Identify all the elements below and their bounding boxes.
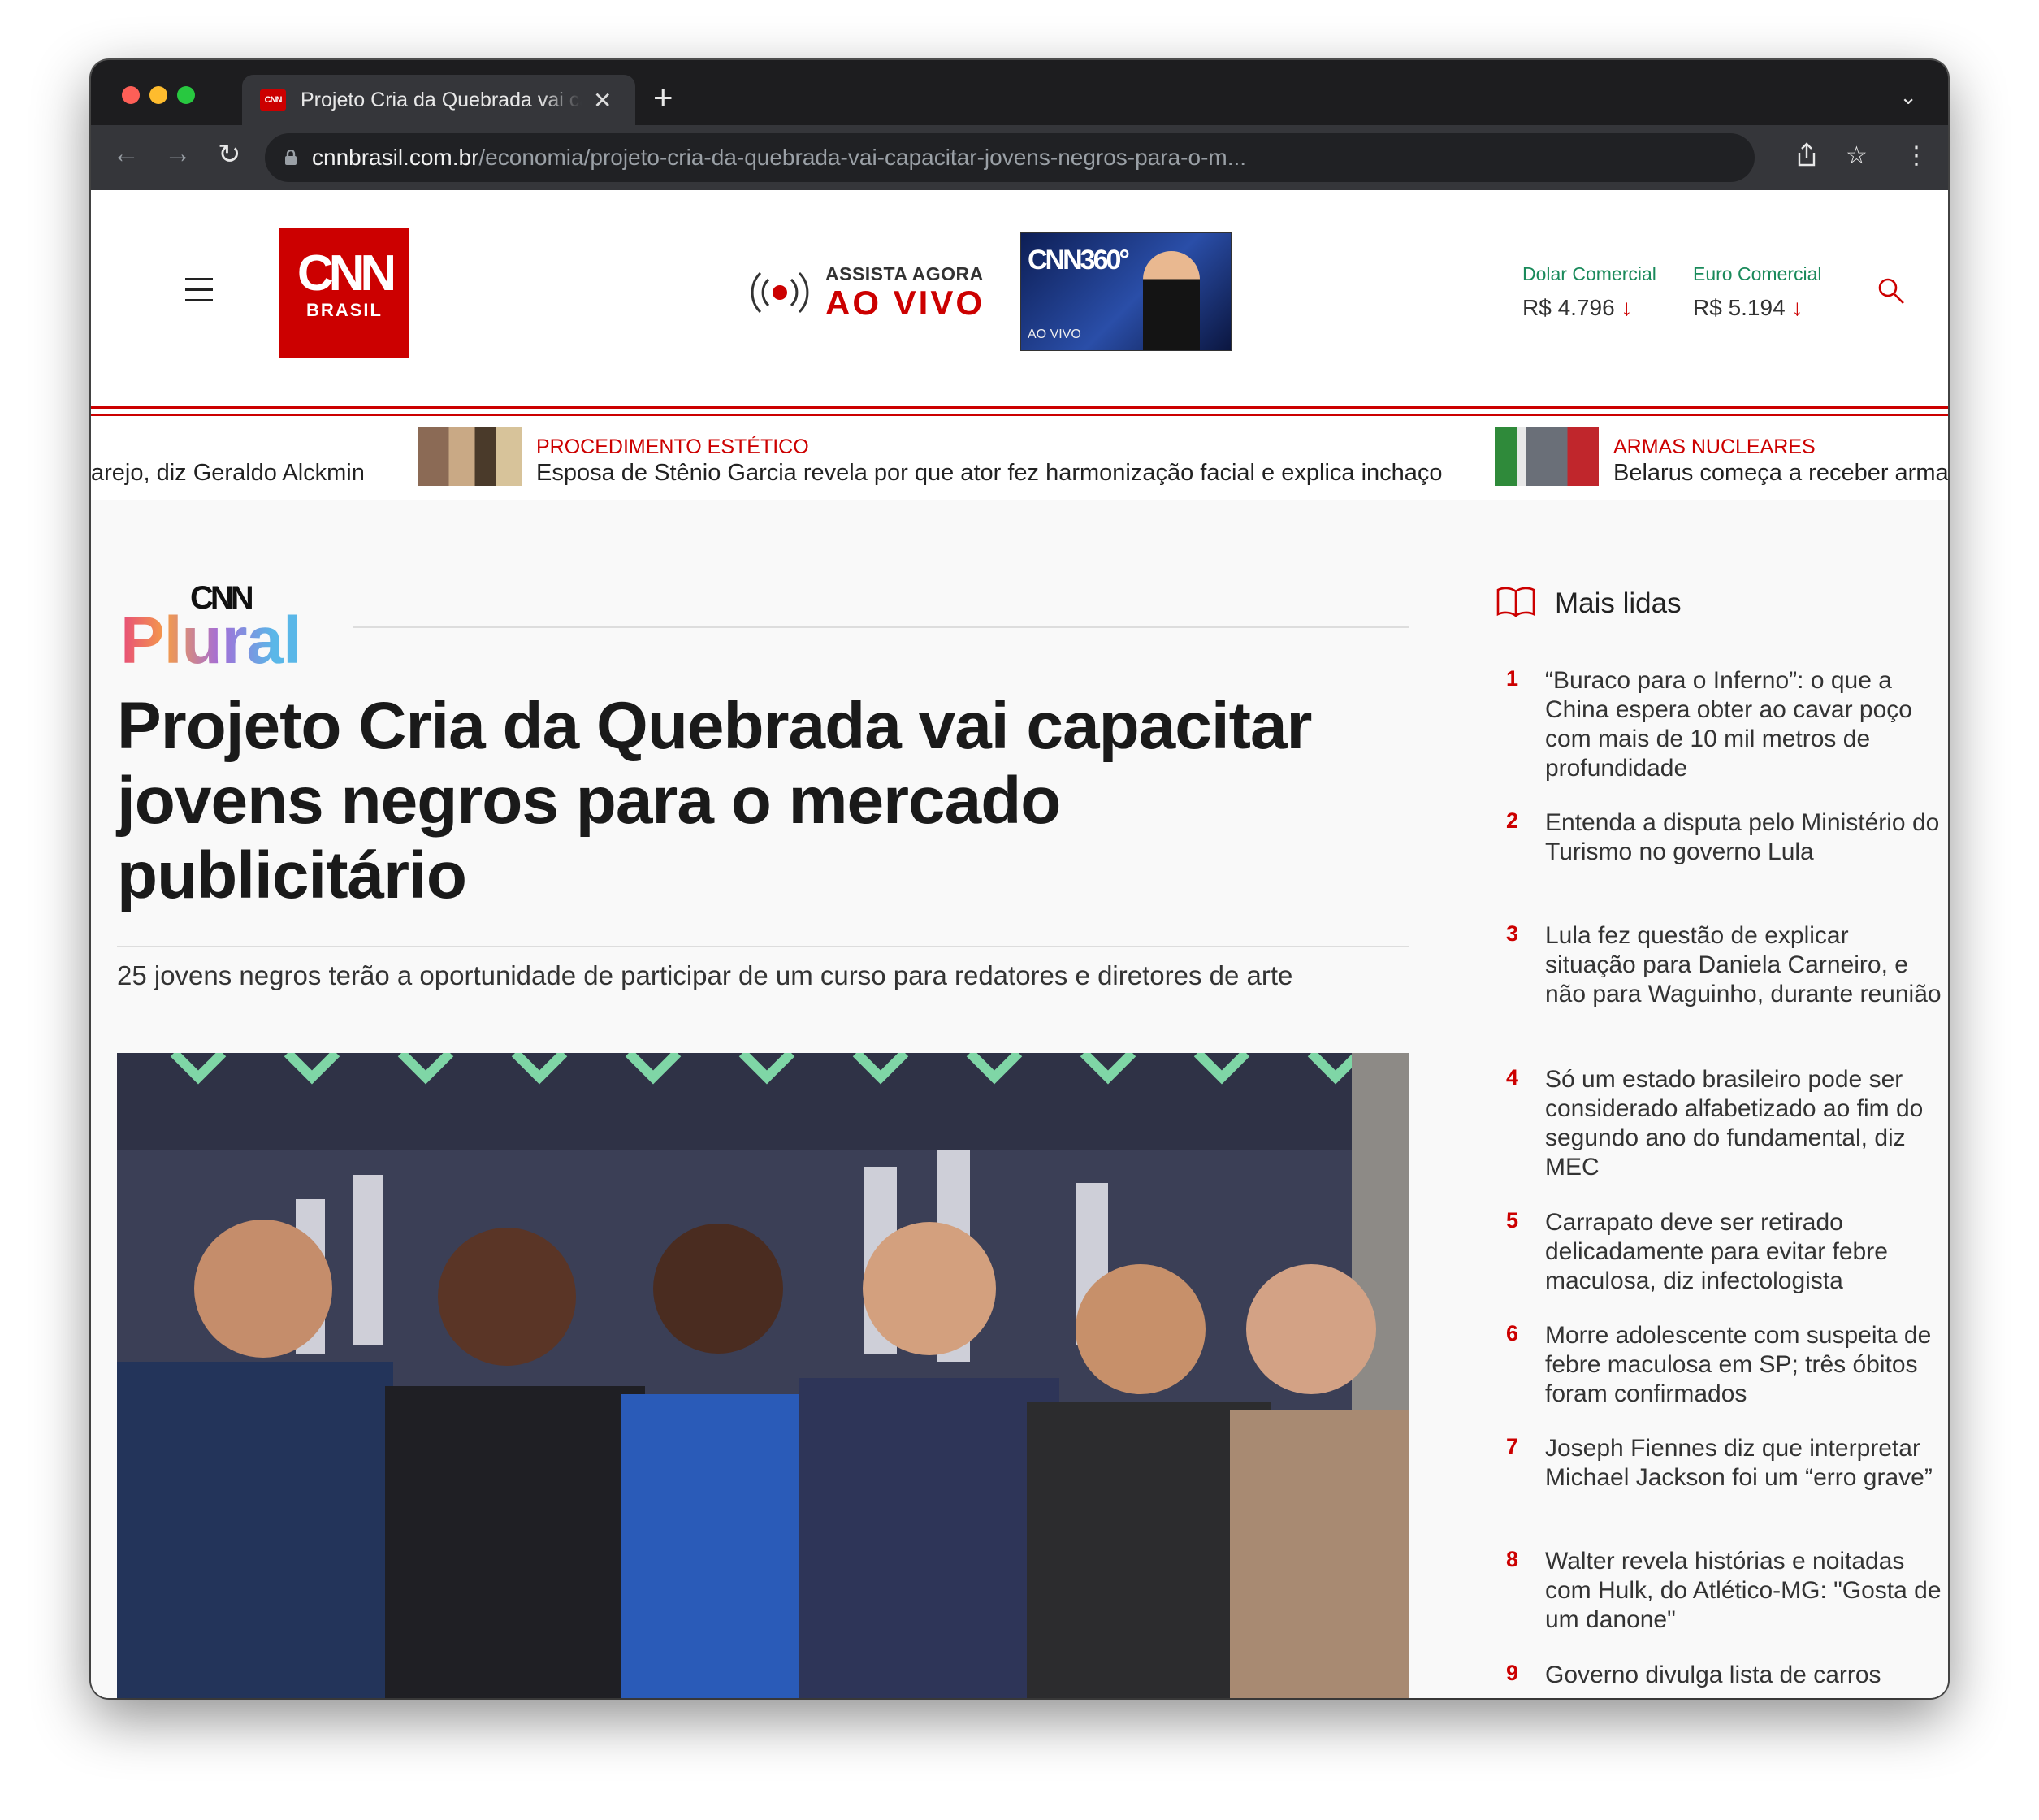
live-broadcast-icon xyxy=(751,270,809,315)
cnn360-brand: CNN360° xyxy=(1028,245,1130,275)
most-read-headline: Governo divulga lista de carros xyxy=(1545,1662,1881,1688)
reload-icon[interactable]: ↻ xyxy=(218,138,241,171)
ticker-thumbnail xyxy=(418,427,522,486)
address-bar[interactable]: cnnbrasil.com.br/economia/projeto-cria-d… xyxy=(265,133,1755,182)
header-divider xyxy=(91,406,1948,416)
most-read-rank: 1 xyxy=(1506,666,1519,691)
site-header: CNN BRASIL ASSISTA AGORA AO VIVO CNN360°… xyxy=(91,190,1948,406)
back-arrow-icon[interactable]: ← xyxy=(112,138,140,170)
ticker-headline: Esposa de Stênio Garcia revela por que a… xyxy=(536,460,1443,486)
most-read-rank: 2 xyxy=(1506,808,1519,833)
currency-label: Euro Comercial xyxy=(1693,263,1822,284)
watch-live-link[interactable]: ASSISTA AGORA AO VIVO xyxy=(751,263,985,321)
bookmark-star-icon[interactable]: ☆ xyxy=(1846,141,1868,170)
minimize-window-button[interactable] xyxy=(149,86,167,104)
anchor-figure xyxy=(1143,251,1200,350)
ticker-thumbnail xyxy=(1495,427,1599,486)
open-book-icon xyxy=(1496,585,1535,622)
most-read-rank: 3 xyxy=(1506,921,1519,946)
thumbnail-live-tag: AO VIVO xyxy=(1028,327,1081,341)
ticker-category: PROCEDIMENTO ESTÉTICO xyxy=(536,436,809,458)
news-ticker: arejo, diz Geraldo Alckmin PROCEDIMENTO … xyxy=(91,416,1948,500)
close-window-button[interactable] xyxy=(122,86,140,104)
most-read-headline: Walter revela histórias e noitadas com H… xyxy=(1545,1548,1942,1633)
ticker-category: ARMAS NUCLEARES xyxy=(1613,436,1816,458)
most-read-headline: Carrapato deve ser retirado delicadament… xyxy=(1545,1209,1888,1294)
most-read-headline: Entenda a disputa pelo Ministério do Tur… xyxy=(1545,809,1940,865)
most-read-rank: 8 xyxy=(1506,1547,1519,1571)
article-title: Projeto Cria da Quebrada vai capacitar j… xyxy=(117,689,1312,912)
article-subtitle: 25 jovens negros terão a oportunidade de… xyxy=(117,960,1293,990)
most-read-headline: Só um estado brasileiro pode ser conside… xyxy=(1545,1066,1924,1181)
down-arrow-icon: ↓ xyxy=(1791,295,1803,320)
tab-strip: CNN Projeto Cria da Quebrada vai capacit… xyxy=(91,60,1948,125)
most-read-headline: Lula fez questão de explicar situação pa… xyxy=(1545,922,1942,1008)
logo-text-top: CNN xyxy=(297,245,396,301)
share-icon[interactable] xyxy=(1795,141,1818,174)
tab-title: Projeto Cria da Quebrada vai capacitar j… xyxy=(301,88,582,111)
browser-window: CNN Projeto Cria da Quebrada vai capacit… xyxy=(91,60,1948,1698)
section-divider xyxy=(353,626,1409,628)
most-read-rank: 4 xyxy=(1506,1065,1519,1090)
ticker-headline: Belarus começa a receber armas xyxy=(1613,460,1948,486)
url-text: cnnbrasil.com.br/economia/projeto-cria-d… xyxy=(312,145,1247,170)
currency-dollar: Dolar Comercial R$ 4.796 ↓ xyxy=(1522,263,1656,321)
most-read-rank: 9 xyxy=(1506,1661,1519,1685)
most-read-headline: Morre adolescente com suspeita de febre … xyxy=(1545,1322,1932,1407)
most-read-headline: Joseph Fiennes diz que interpretar Micha… xyxy=(1545,1435,1933,1491)
title-divider xyxy=(117,946,1409,947)
most-read-header: Mais lidas xyxy=(1496,585,1682,622)
ticker-item[interactable]: arejo, diz Geraldo Alckmin xyxy=(91,416,448,500)
forward-arrow-icon[interactable]: → xyxy=(164,138,192,170)
live-label: AO VIVO xyxy=(825,284,985,322)
currency-value: R$ 4.796 ↓ xyxy=(1522,295,1633,320)
down-arrow-icon: ↓ xyxy=(1621,295,1633,320)
close-tab-icon[interactable]: ✕ xyxy=(593,87,612,114)
live-kicker: ASSISTA AGORA xyxy=(825,263,984,284)
most-read-rank: 5 xyxy=(1506,1208,1519,1233)
ticker-item[interactable]: PROCEDIMENTO ESTÉTICO Esposa de Stênio G… xyxy=(418,416,1539,500)
browser-chrome: CNN Projeto Cria da Quebrada vai capacit… xyxy=(91,60,1948,190)
currency-value: R$ 5.194 ↓ xyxy=(1693,295,1803,320)
most-read-title: Mais lidas xyxy=(1555,587,1682,619)
plural-logo-text: Plural xyxy=(120,604,301,678)
ticker-headline: arejo, diz Geraldo Alckmin xyxy=(91,460,365,486)
currency-euro: Euro Comercial R$ 5.194 ↓ xyxy=(1693,263,1822,321)
active-tab[interactable]: CNN Projeto Cria da Quebrada vai capacit… xyxy=(242,75,635,125)
new-tab-icon[interactable]: + xyxy=(653,78,673,117)
cnn360-live-thumbnail[interactable]: CNN360° AO VIVO xyxy=(1020,232,1232,351)
article-photo xyxy=(117,1053,1409,1698)
cnn-favicon-icon: CNN xyxy=(260,89,286,110)
browser-menu-icon[interactable]: ⋮ xyxy=(1904,141,1929,170)
tab-search-chevron-icon[interactable]: ⌄ xyxy=(1899,84,1917,110)
ticker-item[interactable]: ARMAS NUCLEARES Belarus começa a receber… xyxy=(1495,416,1948,500)
search-icon[interactable] xyxy=(1877,276,1906,306)
cnn-brasil-logo[interactable]: CNN BRASIL xyxy=(279,228,409,358)
currency-label: Dolar Comercial xyxy=(1522,263,1656,284)
most-read-rank: 6 xyxy=(1506,1321,1519,1346)
logo-text-bottom: BRASIL xyxy=(306,300,383,320)
web-page: CNN BRASIL ASSISTA AGORA AO VIVO CNN360°… xyxy=(91,190,1948,1698)
hamburger-menu-icon[interactable] xyxy=(185,278,213,310)
zoom-window-button[interactable] xyxy=(177,86,195,104)
most-read-headline: “Buraco para o Inferno”: o que a China e… xyxy=(1545,667,1912,782)
lock-icon xyxy=(284,149,297,166)
most-read-rank: 7 xyxy=(1506,1434,1519,1458)
